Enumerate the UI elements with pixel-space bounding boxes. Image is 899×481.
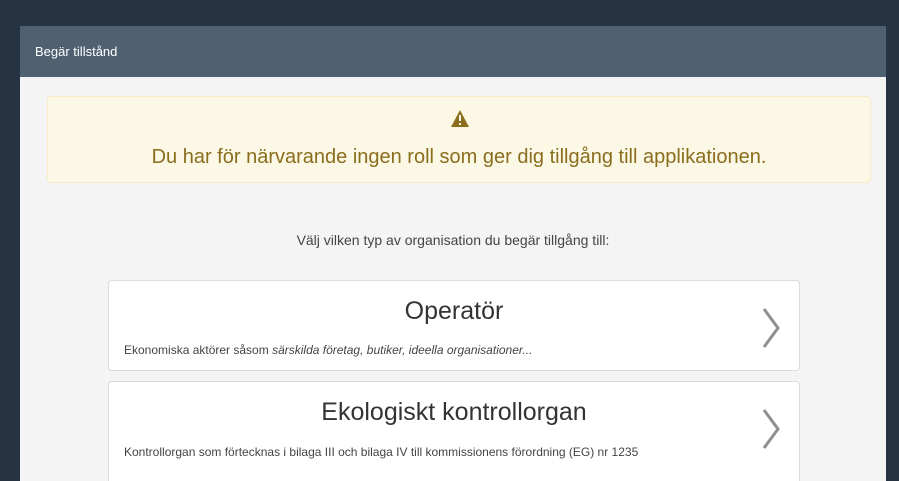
top-frame	[0, 0, 899, 26]
panel-title: Begär tillstånd	[20, 26, 886, 77]
left-frame	[0, 26, 20, 481]
chevron-right-icon	[762, 409, 780, 449]
description-examples: särskilda företag, butiker, ideella orga…	[272, 343, 533, 357]
organization-description: Ekonomiska aktörer såsom särskilda föret…	[124, 343, 532, 357]
alert-message: Du har för närvarande ingen roll som ger…	[151, 146, 767, 168]
organization-description: Kontrollorgan som förtecknas i bilaga II…	[124, 445, 638, 459]
request-permission-panel: Begär tillstånd Du har för närvarande in…	[20, 26, 886, 481]
chevron-right-icon	[762, 308, 780, 348]
organization-option-operator[interactable]: Operatör Ekonomiska aktörer såsom särski…	[108, 280, 800, 371]
warning-icon	[451, 110, 469, 127]
right-frame	[886, 26, 899, 481]
organization-type-prompt: Välj vilken typ av organisation du begär…	[296, 232, 610, 248]
organization-option-control-body[interactable]: Ekologiskt kontrollorgan Kontrollorgan s…	[108, 381, 800, 481]
description-prefix: Kontrollorgan som förtecknas i bilaga II…	[124, 445, 639, 459]
organization-title: Ekologiskt kontrollorgan	[321, 398, 587, 426]
organization-title: Operatör	[404, 297, 504, 325]
description-prefix: Ekonomiska aktörer såsom	[124, 343, 273, 357]
no-role-alert: Du har för närvarande ingen roll som ger…	[47, 96, 871, 183]
